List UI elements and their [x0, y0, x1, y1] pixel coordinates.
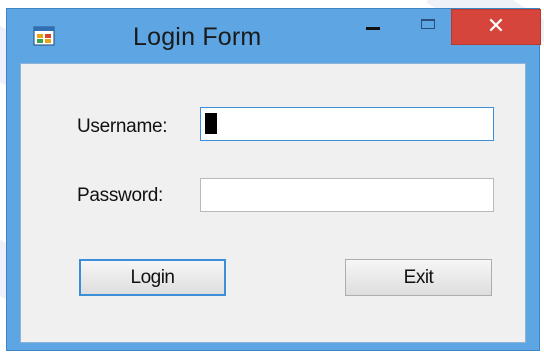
- login-button-label: Login: [130, 266, 176, 288]
- exit-button[interactable]: Exit: [345, 259, 492, 296]
- close-icon: ✕: [486, 14, 506, 39]
- username-label: Username:: [77, 116, 168, 137]
- maximize-icon: [421, 19, 435, 29]
- maximize-button[interactable]: [413, 9, 443, 43]
- login-button[interactable]: Login: [79, 259, 226, 296]
- login-window: Login Form ✕ Username: Password: Login E…: [6, 8, 541, 351]
- close-button[interactable]: ✕: [451, 9, 541, 45]
- minimize-button[interactable]: [359, 9, 387, 43]
- password-label: Password:: [77, 185, 164, 206]
- form-app-icon: [33, 26, 55, 46]
- title-bar[interactable]: Login Form ✕: [7, 9, 541, 65]
- password-input[interactable]: [200, 178, 494, 212]
- window-title: Login Form: [133, 23, 262, 51]
- exit-button-label: Exit: [403, 266, 434, 288]
- username-input[interactable]: [200, 107, 494, 141]
- form-client-area: Username: Password: Login Exit: [20, 63, 526, 343]
- minimize-icon: [366, 26, 380, 30]
- text-cursor: [205, 113, 217, 134]
